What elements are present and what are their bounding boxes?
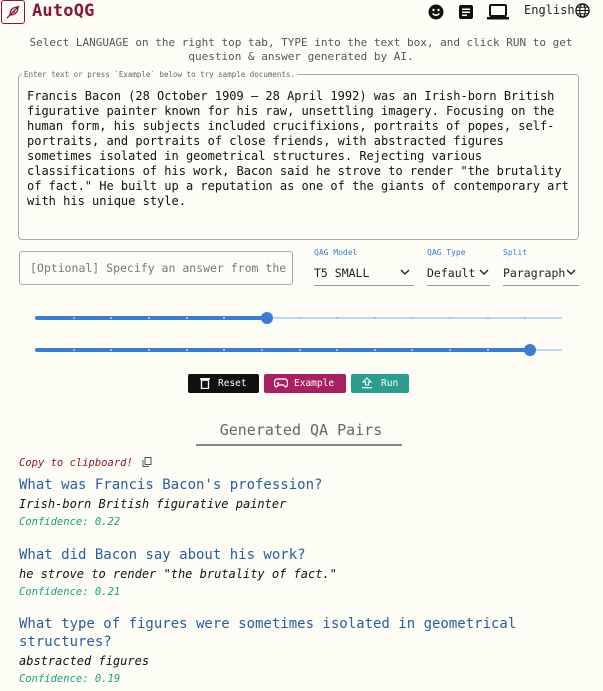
laptop-icon[interactable] bbox=[487, 4, 509, 20]
copy-label: Copy to clipboard! bbox=[19, 457, 133, 469]
qa-confidence: Confidence: 0.19 bbox=[19, 673, 121, 685]
copy-icon[interactable] bbox=[142, 457, 152, 467]
qa-pair: What type of figures were sometimes isol… bbox=[19, 615, 579, 686]
globe-icon[interactable] bbox=[575, 3, 590, 18]
document-text[interactable]: Francis Bacon (28 October 1909 – 28 Apri… bbox=[27, 89, 575, 209]
qag-model-label: QAG Model bbox=[314, 248, 358, 257]
slider-1-handle[interactable] bbox=[261, 312, 273, 324]
qa-answer: he strove to render "the brutality of fa… bbox=[19, 567, 337, 581]
reset-label: Reset bbox=[218, 378, 247, 389]
document-icon[interactable] bbox=[458, 4, 474, 20]
copy-to-clipboard[interactable]: Copy to clipboard! bbox=[19, 457, 152, 469]
qa-question: What type of figures were sometimes isol… bbox=[19, 616, 517, 650]
reset-button[interactable]: Reset bbox=[188, 374, 259, 393]
qa-question: What was Francis Bacon's profession? bbox=[19, 477, 323, 493]
qag-model-value: T5 SMALL bbox=[314, 266, 370, 280]
slider-2-handle[interactable] bbox=[524, 344, 536, 356]
chevron-down-icon bbox=[400, 269, 410, 275]
answer-input[interactable]: [Optional] Specify an answer from the … bbox=[19, 251, 293, 285]
results-title: Generated QA Pairs bbox=[219, 421, 383, 439]
slider-2[interactable] bbox=[35, 344, 562, 356]
run-button[interactable]: Run bbox=[351, 374, 409, 393]
trash-icon bbox=[200, 378, 210, 389]
qa-answer: Irish-born British figurative painter bbox=[19, 497, 287, 511]
qa-answer: abstracted figures bbox=[19, 654, 150, 668]
gamepad-icon bbox=[274, 378, 288, 388]
example-button[interactable]: Example bbox=[264, 374, 346, 393]
instructions-text: Select LANGUAGE on the right top tab, TY… bbox=[29, 36, 573, 63]
slider-1[interactable] bbox=[35, 312, 562, 324]
language-selector[interactable]: English bbox=[524, 3, 575, 17]
results-divider bbox=[196, 444, 402, 446]
feather-logo-icon[interactable] bbox=[1, 0, 25, 24]
chevron-down-icon bbox=[479, 269, 489, 275]
qag-type-select[interactable]: QAG Type Default bbox=[427, 248, 490, 286]
smiley-icon[interactable] bbox=[428, 4, 444, 20]
qag-model-select[interactable]: QAG Model T5 SMALL bbox=[314, 248, 414, 286]
textarea-legend: Enter text or press `Example` below to t… bbox=[24, 70, 295, 79]
upload-icon bbox=[361, 377, 373, 389]
qag-type-label: QAG Type bbox=[427, 248, 466, 257]
split-label: Split bbox=[503, 248, 528, 257]
qa-pair: What was Francis Bacon's profession? Iri… bbox=[19, 476, 579, 529]
qa-pair: What did Bacon say about his work? he st… bbox=[19, 546, 579, 599]
run-label: Run bbox=[381, 378, 399, 389]
app-title[interactable]: AutoQG bbox=[32, 1, 95, 21]
example-label: Example bbox=[294, 378, 335, 389]
split-select[interactable]: Split Paragraph bbox=[503, 248, 579, 286]
qa-confidence: Confidence: 0.22 bbox=[19, 516, 121, 528]
qa-question: What did Bacon say about his work? bbox=[19, 547, 306, 563]
document-textarea[interactable]: Enter text or press `Example` below to t… bbox=[18, 70, 579, 240]
qa-confidence: Confidence: 0.21 bbox=[19, 586, 121, 598]
top-bar: AutoQG English bbox=[0, 0, 603, 26]
chevron-down-icon bbox=[566, 269, 576, 275]
